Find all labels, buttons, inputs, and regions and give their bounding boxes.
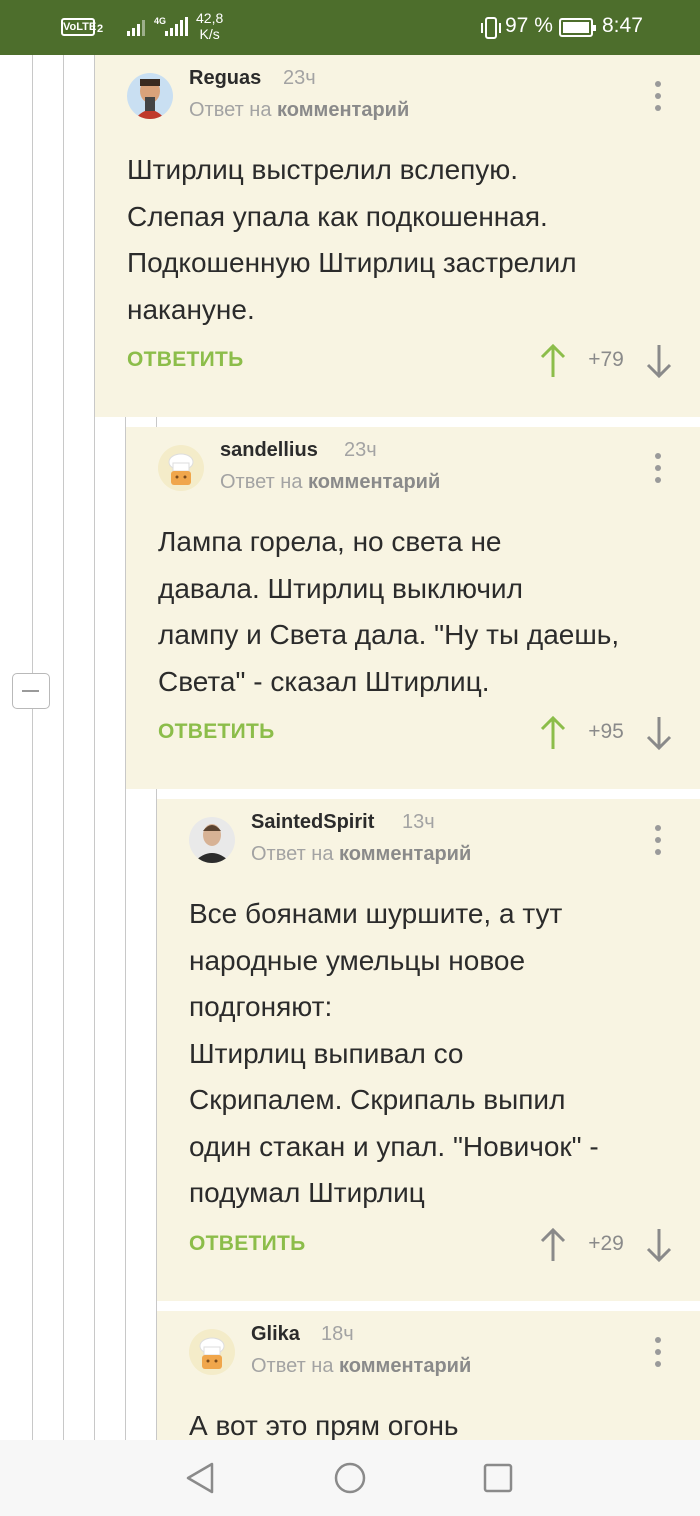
- user-avatar[interactable]: [158, 445, 204, 491]
- comment-text: Штирлиц выстрелил вслепую. Слепая упала …: [127, 154, 577, 325]
- user-avatar[interactable]: [127, 73, 173, 119]
- back-triangle-icon[interactable]: [180, 1458, 220, 1498]
- comment-time: 23ч: [283, 67, 316, 89]
- reply-button[interactable]: ОТВЕТИТЬ: [189, 1232, 306, 1256]
- collapse-thread-button[interactable]: [12, 673, 50, 709]
- upvote-arrow-icon[interactable]: [539, 343, 567, 379]
- more-options-icon[interactable]: [648, 1335, 668, 1369]
- reply-to-info: Ответ на комментарий: [251, 843, 471, 866]
- reply-to-link[interactable]: комментарий: [339, 843, 471, 865]
- reply-to-prefix: Ответ на: [251, 1355, 334, 1377]
- comment-text: Лампа горела, но света не давала. Штирли…: [158, 526, 620, 697]
- more-options-icon[interactable]: [648, 451, 668, 485]
- reply-to-prefix: Ответ на: [220, 471, 303, 493]
- comment-rating: +95: [588, 720, 624, 743]
- downvote-arrow-icon[interactable]: [645, 343, 673, 379]
- upvote-arrow-icon[interactable]: [539, 1227, 567, 1263]
- reply-to-info: Ответ на комментарий: [189, 99, 409, 122]
- volte-icon: VoLTE: [61, 18, 96, 36]
- comment-username[interactable]: Glika: [251, 1323, 300, 1346]
- reply-to-prefix: Ответ на: [251, 843, 334, 865]
- clock: 8:47: [602, 14, 643, 37]
- reply-to-link[interactable]: комментарий: [277, 99, 409, 121]
- status-bar: VoLTE 2 4G 42,8 K/s 97 % 8:47: [0, 0, 700, 55]
- comment-card: sandellius 23ч Ответ на комментарий Ламп…: [126, 427, 700, 789]
- comment-time: 18ч: [321, 1323, 354, 1345]
- user-avatar[interactable]: [189, 817, 235, 863]
- downvote-arrow-icon[interactable]: [645, 1227, 673, 1263]
- downvote-arrow-icon[interactable]: [645, 715, 673, 751]
- reply-to-link[interactable]: комментарий: [308, 471, 440, 493]
- comment-username[interactable]: sandellius: [220, 439, 318, 462]
- comment-time: 13ч: [402, 811, 435, 833]
- reply-button[interactable]: ОТВЕТИТЬ: [127, 348, 244, 372]
- reply-button[interactable]: ОТВЕТИТЬ: [158, 720, 275, 744]
- comment-rating: +79: [588, 348, 624, 371]
- speed-unit: K/s: [199, 26, 220, 42]
- comment-text: А вот это прям огонь: [189, 1410, 459, 1440]
- volte-sim-label: 2: [97, 23, 104, 35]
- comment-username[interactable]: Reguas: [189, 67, 261, 90]
- user-avatar[interactable]: [189, 1329, 235, 1375]
- signal-strength-icon-1: [127, 20, 145, 36]
- upvote-arrow-icon[interactable]: [539, 715, 567, 751]
- home-circle-icon[interactable]: [330, 1458, 370, 1498]
- comment-time: 23ч: [344, 439, 377, 461]
- comment-card: Glika 18ч Ответ на комментарий А вот это…: [157, 1311, 700, 1440]
- comment-thread: Reguas 23ч Ответ на комментарий Штирлиц …: [0, 55, 700, 1440]
- comment-username[interactable]: SaintedSpirit: [251, 811, 374, 834]
- more-options-icon[interactable]: [648, 79, 668, 113]
- comment-card: SaintedSpirit 13ч Ответ на комментарий В…: [157, 799, 700, 1301]
- more-options-icon[interactable]: [648, 823, 668, 857]
- reply-to-prefix: Ответ на: [189, 99, 272, 121]
- signal-strength-icon-2: [165, 17, 188, 36]
- thread-line: [63, 55, 64, 1440]
- recents-square-icon[interactable]: [478, 1458, 518, 1498]
- network-speed: 42,8 K/s: [196, 10, 223, 42]
- reply-to-info: Ответ на комментарий: [251, 1355, 471, 1378]
- thread-line: [32, 55, 33, 1440]
- speed-value: 42,8: [196, 10, 224, 26]
- reply-to-info: Ответ на комментарий: [220, 471, 440, 494]
- vibrate-icon: [481, 17, 501, 39]
- comment-card: Reguas 23ч Ответ на комментарий Штирлиц …: [95, 55, 700, 417]
- comment-rating: +29: [588, 1232, 624, 1255]
- battery-icon: [559, 18, 596, 37]
- system-nav-bar: [0, 1440, 700, 1516]
- reply-to-link[interactable]: комментарий: [339, 1355, 471, 1377]
- battery-percent: 97 %: [505, 14, 553, 37]
- comment-text: Все боянами шуршите, а тут народные умел…: [189, 898, 599, 1208]
